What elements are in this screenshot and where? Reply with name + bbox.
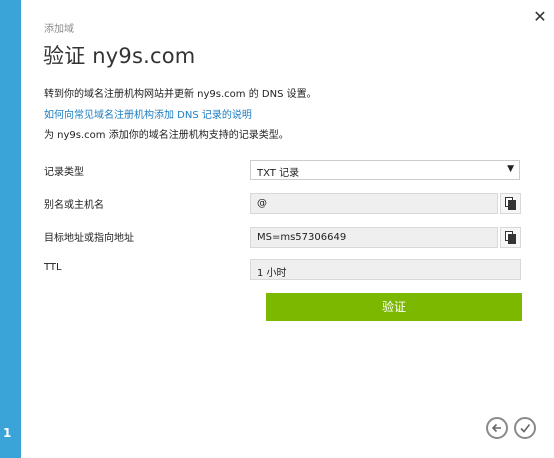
target-label: 目标地址或指向地址 [44, 233, 134, 244]
step-number: 1 [3, 426, 12, 440]
breadcrumb: 添加域 [44, 24, 74, 35]
record-type-label: 记录类型 [44, 167, 84, 178]
page-title: 验证 ny9s.com [43, 44, 196, 68]
alias-field[interactable]: @ [250, 193, 498, 214]
checkmark-icon [520, 424, 531, 433]
target-field[interactable]: MS=ms57306649 [250, 227, 498, 248]
chevron-down-icon: ▼ [507, 164, 514, 174]
back-button[interactable] [486, 417, 508, 439]
copy-target-button[interactable] [500, 227, 521, 248]
back-arrow-icon [491, 423, 501, 433]
copy-icon [505, 197, 516, 210]
verify-button[interactable]: 验证 [266, 293, 522, 321]
copy-alias-button[interactable] [500, 193, 521, 214]
close-button[interactable]: ✕ [532, 8, 548, 26]
instruction-text-2: 为 ny9s.com 添加你的域名注册机构支持的记录类型。 [44, 130, 289, 141]
instruction-text: 转到你的域名注册机构网站并更新 ny9s.com 的 DNS 设置。 [44, 89, 317, 100]
ttl-label: TTL [44, 262, 62, 273]
record-type-value: TXT 记录 [257, 168, 300, 179]
wizard-step-rail: 1 [0, 0, 21, 458]
dns-help-link[interactable]: 如何向常见域名注册机构添加 DNS 记录的说明 [44, 106, 252, 121]
close-icon: ✕ [533, 7, 547, 26]
ttl-field[interactable]: 1 小时 [250, 259, 521, 280]
copy-icon [505, 231, 516, 244]
alias-label: 别名或主机名 [44, 200, 104, 211]
complete-button[interactable] [514, 417, 536, 439]
record-type-select[interactable]: TXT 记录 ▼ [250, 160, 520, 180]
